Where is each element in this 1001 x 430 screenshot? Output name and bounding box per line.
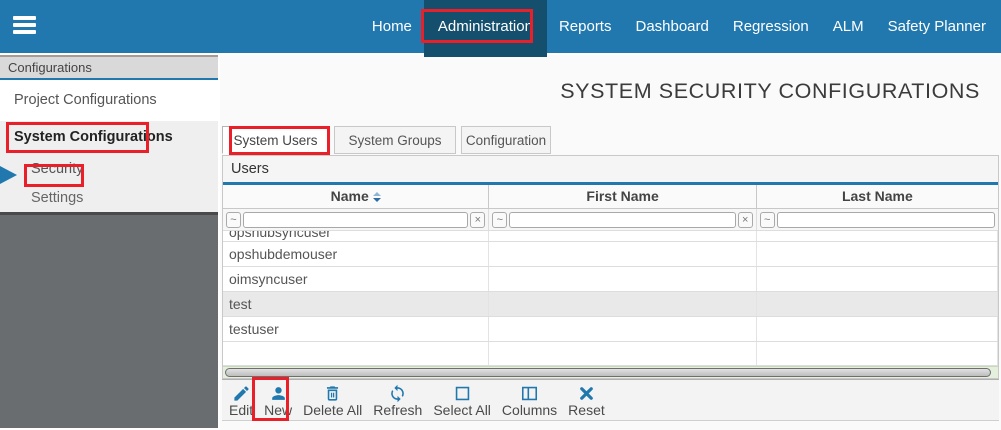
horizontal-scrollbar-thumb[interactable] (225, 368, 991, 377)
sidebar: Configurations Project Configurations Sy… (0, 55, 218, 430)
table-filter-row: ~ × ~ × ~ (223, 209, 998, 231)
sidebar-item-settings[interactable]: Settings (0, 186, 218, 212)
column-header-last-name-label: Last Name (842, 185, 913, 208)
cell-name: testuser (223, 317, 489, 341)
pencil-icon (232, 384, 251, 403)
nav-item-regression[interactable]: Regression (721, 0, 821, 53)
filter-operator-button[interactable]: ~ (492, 212, 507, 228)
columns-icon (520, 384, 539, 403)
table-header-row: Name First Name Last Name (223, 185, 998, 209)
x-icon (577, 384, 596, 403)
nav-item-reports[interactable]: Reports (547, 0, 624, 53)
column-header-last-name[interactable]: Last Name (757, 185, 998, 208)
refresh-button[interactable]: Refresh (373, 384, 422, 418)
cell-name: opshubdemouser (223, 242, 489, 266)
nav-item-home[interactable]: Home (360, 0, 424, 53)
edit-label: Edit (229, 403, 253, 418)
select-all-button[interactable]: Select All (433, 384, 491, 418)
delete-all-label: Delete All (303, 403, 362, 418)
edit-button[interactable]: Edit (229, 384, 253, 418)
filter-cell-first-name: ~ × (489, 209, 756, 230)
filter-clear-button[interactable]: × (470, 212, 485, 228)
nav-item-dashboard[interactable]: Dashboard (623, 0, 720, 53)
sidebar-item-project-configurations[interactable]: Project Configurations (0, 80, 218, 121)
sidebar-dark-area (0, 215, 218, 428)
main-content: SYSTEM SECURITY CONFIGURATIONS System Us… (220, 55, 1001, 430)
table-row[interactable]: opshubdemouser (223, 242, 998, 267)
select-all-label: Select All (433, 403, 491, 418)
filter-input-last-name[interactable] (777, 212, 995, 228)
cell-name: opshubsyncuser (229, 231, 331, 241)
active-item-arrow-icon (0, 166, 17, 184)
page-title: SYSTEM SECURITY CONFIGURATIONS (560, 79, 980, 104)
nav-item-administration[interactable]: Administration (424, 0, 547, 57)
users-grid: Users Name First Name Last Name ~ × ~ (222, 155, 999, 379)
reset-button[interactable]: Reset (568, 384, 605, 418)
filter-clear-button[interactable]: × (738, 212, 753, 228)
column-header-first-name[interactable]: First Name (489, 185, 756, 208)
square-icon (453, 384, 472, 403)
sort-icon[interactable] (373, 192, 381, 202)
table-row-selected[interactable]: test (223, 292, 998, 317)
trash-icon (323, 384, 342, 403)
column-header-first-name-label: First Name (586, 185, 658, 208)
delete-all-button[interactable]: Delete All (303, 384, 362, 418)
new-label: New (264, 403, 292, 418)
grid-toolbar: Edit New Delete All Refresh Select All C… (222, 379, 999, 421)
nav-item-safety-planner[interactable]: Safety Planner (876, 0, 998, 53)
tab-system-users[interactable]: System Users (222, 126, 329, 154)
nav-items: Home Administration Reports Dashboard Re… (360, 0, 1001, 53)
cell-name: oimsyncuser (223, 267, 489, 291)
refresh-label: Refresh (373, 403, 422, 418)
top-navbar: Home Administration Reports Dashboard Re… (0, 0, 1001, 53)
table-row[interactable]: testuser (223, 317, 998, 342)
tab-configuration[interactable]: Configuration (461, 126, 551, 154)
table-row-empty (223, 342, 998, 366)
hamburger-menu-icon[interactable] (13, 16, 36, 35)
filter-input-first-name[interactable] (509, 212, 735, 228)
columns-button[interactable]: Columns (502, 384, 557, 418)
user-icon (269, 384, 288, 403)
sidebar-item-security[interactable]: Security (0, 153, 218, 186)
column-header-name-label: Name (331, 185, 369, 208)
filter-input-name[interactable] (243, 212, 468, 228)
filter-operator-button[interactable]: ~ (226, 212, 241, 228)
filter-operator-button[interactable]: ~ (760, 212, 775, 228)
nav-item-alm[interactable]: ALM (821, 0, 876, 53)
refresh-icon (388, 384, 407, 403)
sidebar-header: Configurations (0, 55, 218, 80)
column-header-name[interactable]: Name (223, 185, 489, 208)
filter-cell-name: ~ × (223, 209, 489, 230)
new-button[interactable]: New (264, 384, 292, 418)
panel-title: Users (223, 155, 998, 185)
tab-bar: System Users System Groups Configuration (222, 126, 556, 154)
sidebar-item-system-configurations[interactable]: System Configurations (0, 121, 218, 153)
cell-name: test (223, 292, 489, 316)
reset-label: Reset (568, 403, 605, 418)
horizontal-scrollbar-track (223, 366, 998, 379)
columns-label: Columns (502, 403, 557, 418)
table-row[interactable]: oimsyncuser (223, 267, 998, 292)
table-row[interactable]: opshubsyncuser (223, 231, 998, 242)
filter-cell-last-name: ~ (757, 209, 998, 230)
tab-system-groups[interactable]: System Groups (334, 126, 456, 154)
